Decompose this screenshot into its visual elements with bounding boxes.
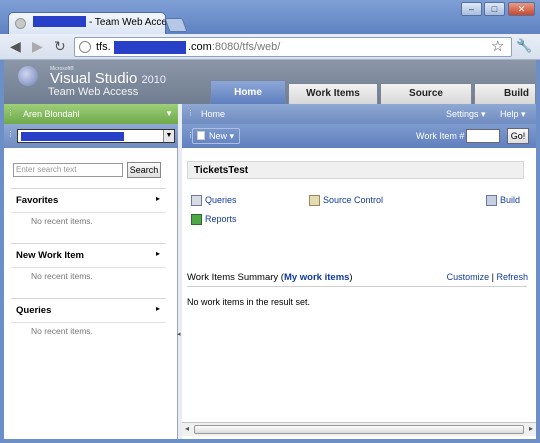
summary-query-link[interactable]: My work items [284,272,349,283]
source-control-icon [309,195,320,206]
url-rest: .com:8080/tfs/web/ [188,41,280,53]
summary-label: Work Items Summary ( [187,272,284,283]
help-label: Help [500,109,519,119]
grip-icon: ⋮ [7,110,14,117]
web-access-app: Microsoft® Visual Studio 2010 Team Web A… [4,60,536,439]
tab-source[interactable]: Source [380,83,472,104]
grip-icon: ⋮ [7,131,14,138]
user-name: Aren Blondahl [23,109,80,119]
left-panel: ⋮ Aren Blondahl ▼ ⋮ ▼ Enter search text … [4,104,178,439]
queries-link[interactable]: Queries [205,195,237,205]
tab-build[interactable]: Build [474,83,536,104]
build-link[interactable]: Build [500,195,520,205]
chevron-right-icon[interactable]: ▸ [156,194,160,203]
section-favorites: Favorites ▸ No recent items. [11,188,166,233]
summary-title: Work Items Summary (My work items) [187,272,353,283]
tab-title: - Team Web Acces [89,17,172,28]
grip-icon: ⋮ [187,110,194,117]
address-bar[interactable]: tfs. .com:8080/tfs/web/ [74,37,512,57]
reports-link[interactable]: Reports [205,214,237,224]
redacted-text [21,132,124,141]
settings-menu[interactable]: Settings ▾ [446,104,486,124]
chevron-down-icon[interactable]: ▼ [163,130,174,142]
project-select[interactable]: ▼ [17,129,175,143]
search-button[interactable]: Search [127,162,161,178]
customize-link[interactable]: Customize [447,272,490,282]
collapse-arrow-icon[interactable]: ◂ [177,330,181,338]
back-icon[interactable]: ◀ [10,38,21,54]
page-favicon-icon [15,18,26,29]
bookmark-star-icon[interactable]: ☆ [491,37,504,55]
divider [11,267,166,268]
new-tab-button[interactable] [164,18,188,32]
divider [11,212,166,213]
chevron-right-icon[interactable]: ▸ [156,249,160,258]
browser-tab[interactable]: - Team Web Acces [8,12,172,34]
work-item-input[interactable] [466,129,500,143]
chevron-right-icon[interactable]: ▸ [156,304,160,313]
scroll-left-icon[interactable]: ◂ [185,424,189,433]
tab-work-items[interactable]: Work Items [288,83,378,104]
new-button[interactable]: New ▾ [192,128,240,144]
go-button[interactable]: Go! [507,128,529,144]
project-bar: ⋮ ▼ [4,124,178,148]
search-input[interactable]: Enter search text [13,163,123,177]
brand-subtitle: Team Web Access [48,86,139,98]
close-window-button[interactable]: ✕ [508,2,535,16]
command-bar: ⋮ New ▾ Work Item # Go! [182,124,536,148]
project-title: TicketsTest [187,161,524,179]
forward-icon[interactable]: ▶ [32,38,43,54]
section-new-work-item: New Work Item ▸ No recent items. [11,243,166,288]
section-title[interactable]: New Work Item [16,250,84,261]
refresh-link[interactable]: Refresh [496,272,528,282]
empty-result-message: No work items in the result set. [187,297,311,307]
page-info-icon[interactable] [79,41,91,53]
wrench-icon[interactable]: 🔧 [516,38,532,54]
right-header: ⋮ Home Settings ▾ Help ▾ [182,104,536,124]
brand-product: Visual Studio [50,70,138,87]
divider [11,322,166,323]
reload-icon[interactable]: ↻ [54,38,66,54]
summary-actions: Customize | Refresh [447,272,528,282]
settings-label: Settings [446,109,479,119]
empty-message: No recent items. [31,216,93,226]
brand-name: Visual Studio 2010 [50,70,166,87]
brand-year: 2010 [141,74,166,86]
breadcrumb-home[interactable]: Home [201,104,225,124]
work-item-label: Work Item # [416,131,465,141]
summary-close: ) [349,272,353,283]
url-suffix: .com [188,41,212,53]
new-document-icon [197,131,205,140]
url-path: :8080/tfs/web/ [211,41,281,53]
new-label: New [209,131,228,141]
empty-message: No recent items. [31,271,93,281]
separator: | [491,272,494,282]
empty-message: No recent items. [31,326,93,336]
app-banner: Microsoft® Visual Studio 2010 Team Web A… [4,60,536,104]
reports-icon [191,214,202,225]
queries-icon [191,195,202,206]
divider [187,286,527,287]
url-prefix: tfs. [96,41,111,53]
tab-home[interactable]: Home [210,80,286,104]
horizontal-scrollbar[interactable]: ◂ ▸ [182,422,536,436]
redacted-text [33,16,86,27]
minimize-button[interactable]: – [461,2,482,16]
chevron-down-icon[interactable]: ▼ [165,104,173,124]
user-bar[interactable]: ⋮ Aren Blondahl ▼ [4,104,178,124]
section-title[interactable]: Favorites [16,195,58,206]
help-menu[interactable]: Help ▾ [500,104,526,124]
section-title[interactable]: Queries [16,305,51,316]
browser-titlebar: - Team Web Acces – □ ✕ [0,0,540,34]
section-queries: Queries ▸ No recent items. [11,298,166,343]
panel-splitter[interactable]: ◂ [177,104,182,439]
restore-button[interactable]: □ [484,2,505,16]
source-control-link[interactable]: Source Control [323,195,383,205]
visual-studio-logo-icon [18,66,38,86]
build-icon [486,195,497,206]
scroll-right-icon[interactable]: ▸ [529,424,533,433]
scroll-thumb[interactable] [194,425,524,434]
redacted-text [114,41,186,54]
browser-toolbar: ◀ ▶ ↻ tfs. .com:8080/tfs/web/ [0,34,540,60]
